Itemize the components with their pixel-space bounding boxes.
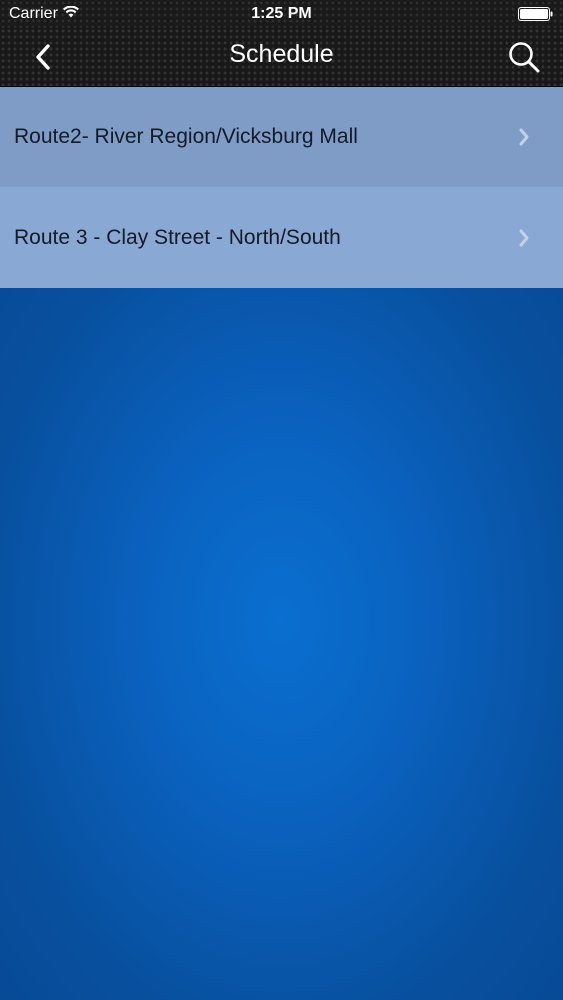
route-label: Route2- River Region/Vicksburg Mall (14, 125, 358, 148)
back-button[interactable] (22, 36, 64, 78)
search-button[interactable] (503, 36, 545, 78)
status-time: 1:25 PM (251, 5, 312, 22)
list-item-route-3[interactable]: Route 3 - Clay Street - North/South (0, 187, 563, 288)
chevron-right-icon (519, 128, 529, 146)
chevron-left-icon (36, 44, 50, 70)
page-title: Schedule (229, 40, 334, 68)
route-label: Route 3 - Clay Street - North/South (14, 225, 341, 249)
chevron-right-icon (519, 229, 529, 246)
battery-icon (518, 7, 554, 21)
navigation-bar: Schedule (0, 28, 563, 87)
route-list: Route2- River Region/Vicksburg Mall Rout… (0, 87, 563, 288)
search-icon (509, 42, 540, 73)
list-item-route-2[interactable]: Route2- River Region/Vicksburg Mall (0, 87, 563, 187)
status-bar: Carrier 1:25 PM (0, 0, 563, 28)
